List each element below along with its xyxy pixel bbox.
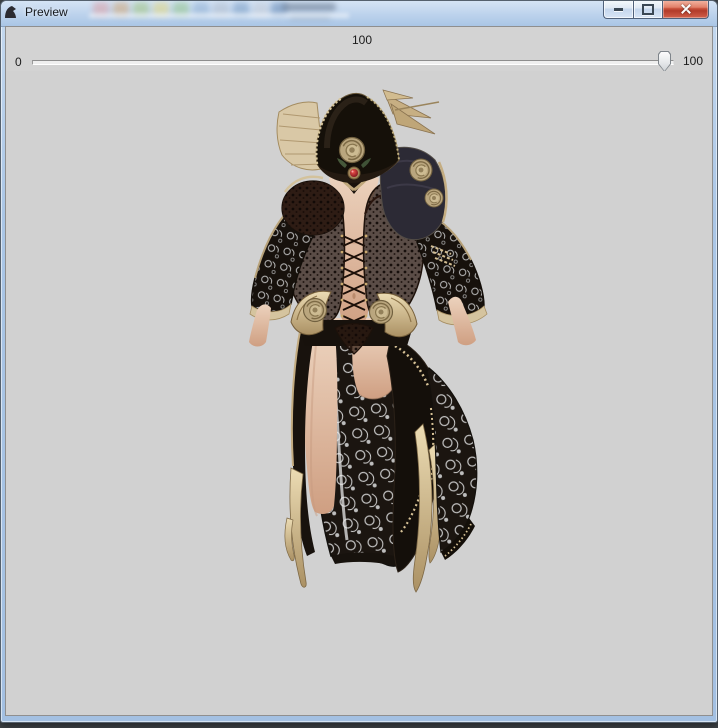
slider-track[interactable] <box>32 60 674 65</box>
preview-window: Preview 100 0 100 <box>0 0 718 723</box>
slider-max-label: 100 <box>683 54 703 68</box>
close-button[interactable] <box>663 1 709 19</box>
titlebar[interactable]: Preview <box>1 1 717 27</box>
app-icon <box>4 5 19 20</box>
slider-min-label: 0 <box>15 55 22 69</box>
close-icon <box>680 4 692 14</box>
minimize-button[interactable] <box>603 1 633 19</box>
maximize-icon <box>642 4 654 15</box>
slider-value-label: 100 <box>312 33 412 47</box>
maximize-button[interactable] <box>633 1 663 19</box>
slider-thumb[interactable] <box>658 51 671 72</box>
client-area: 100 0 100 <box>5 26 713 716</box>
minimize-icon <box>614 8 623 11</box>
model-preview <box>235 88 511 604</box>
model-viewport[interactable] <box>6 71 712 715</box>
window-title: Preview <box>25 5 68 19</box>
window-controls <box>603 1 709 19</box>
